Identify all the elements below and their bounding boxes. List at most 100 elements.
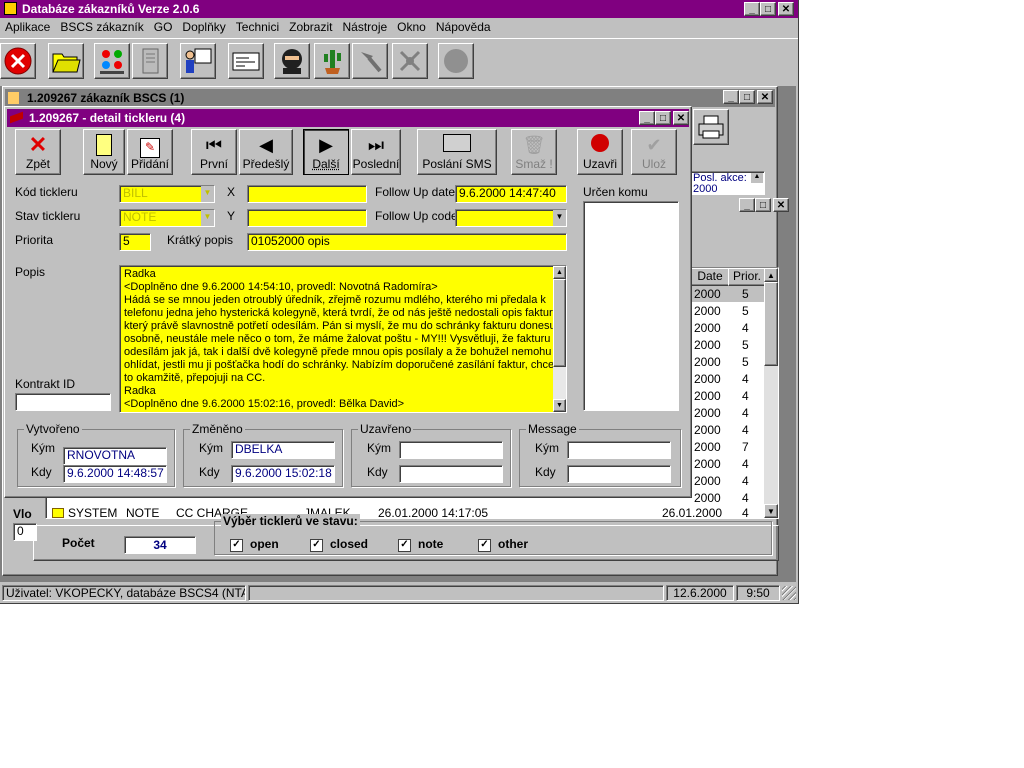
vlo-value: 0	[17, 524, 24, 538]
prvni-button[interactable]: ⏮ První	[191, 129, 237, 175]
customer-title: 1.209267 zákazník BSCS (1)	[27, 91, 185, 105]
menu-doplnky[interactable]: Doplňky	[177, 18, 230, 36]
message-kym-field	[567, 441, 671, 459]
last-icon: ⏭	[367, 135, 385, 155]
sms-button[interactable]: Poslání SMS	[417, 129, 497, 175]
table-row[interactable]: SYSTEM NOTE CC CHARGE JMALEK 26.01.2000 …	[46, 506, 764, 520]
stav-combo[interactable]: NOTE ▼	[119, 209, 215, 227]
popis-line: osobně, neustále mele něco o tom, že mám…	[124, 333, 551, 345]
filter-note-label[interactable]: note	[418, 537, 443, 551]
circle-icon[interactable]	[438, 43, 474, 79]
uloz-button[interactable]: ✔ Ulož	[631, 129, 677, 175]
menu-nastroje[interactable]: Nástroje	[337, 18, 392, 36]
checkmark-icon: ✔	[646, 135, 662, 155]
priorita-input[interactable]: 5	[119, 233, 151, 251]
y-input[interactable]	[247, 209, 367, 227]
menu-bscs-zakaznik[interactable]: BSCS zákazník	[55, 18, 148, 36]
menu-aplikace[interactable]: Aplikace	[0, 18, 55, 36]
stav-value: NOTE	[123, 210, 157, 224]
detail-maximize-icon[interactable]: □	[655, 111, 671, 125]
popis-scroll-down[interactable]: ▼	[553, 399, 566, 412]
posl-akce-scroll-up[interactable]: ▲	[751, 173, 763, 183]
header-date[interactable]: Date	[690, 268, 730, 286]
menu-bar: Aplikace BSCS zákazník GO Doplňky Technici Zo…	[0, 18, 798, 36]
popis-textarea[interactable]: Radka <Doplněno dne 9.6.2000 14:54:10, pr…	[119, 265, 567, 413]
maximize-icon[interactable]: □	[760, 2, 776, 16]
urcen-list[interactable]	[583, 201, 679, 411]
filter-open-label[interactable]: open	[250, 537, 279, 551]
message-kdy-field	[567, 465, 671, 483]
kod-combo[interactable]: BILL ▼	[119, 185, 215, 203]
filter-closed-checkbox[interactable]: ✓	[310, 539, 323, 552]
kratky-input[interactable]: 01052000 opis	[247, 233, 567, 251]
list-scroll-down[interactable]: ▼	[764, 504, 778, 518]
customer-maximize-icon[interactable]: □	[739, 90, 755, 104]
detail-title: 1.209267 - detail tickleru (4)	[29, 111, 186, 125]
posledni-button[interactable]: ⏭ Poslední	[351, 129, 401, 175]
stav-dropdown-icon[interactable]: ▼	[201, 210, 214, 226]
uzavri-button[interactable]: Uzavři	[577, 129, 623, 175]
cactus-icon[interactable]	[314, 43, 350, 79]
zpet-button[interactable]: ✕ Zpět	[15, 129, 61, 175]
kontrakt-input[interactable]	[15, 393, 111, 411]
resize-grip-icon[interactable]	[782, 586, 796, 600]
novy-button[interactable]: Nový	[83, 129, 125, 175]
row-date: 2000	[694, 372, 721, 386]
popis-scrollbar[interactable]: ▲ ▼	[553, 266, 566, 412]
inner-maximize-icon[interactable]: □	[755, 198, 771, 212]
row-prior: 4	[742, 372, 749, 386]
menu-zobrazit[interactable]: Zobrazit	[284, 18, 337, 36]
satellite-icon[interactable]	[392, 43, 428, 79]
followup-code-combo[interactable]: ▼	[455, 209, 567, 227]
filter-other-checkbox[interactable]: ✓	[478, 539, 491, 552]
row-type: NOTE	[126, 506, 160, 520]
list-scroll-up[interactable]: ▲	[764, 268, 778, 282]
card-icon[interactable]	[228, 43, 264, 79]
vytvoreno-kym-value: RNOVOTNA	[67, 448, 136, 462]
row-prior: 4	[742, 506, 749, 520]
filter-other-label[interactable]: other	[498, 537, 528, 551]
menu-napoveda[interactable]: Nápověda	[431, 18, 496, 36]
pridani-button[interactable]: ✎ Přidání	[127, 129, 173, 175]
customer-titlebar: 1.209267 zákazník BSCS (1)	[5, 89, 775, 107]
inner-minimize-icon[interactable]: _	[739, 198, 755, 212]
header-prior[interactable]: Prior.	[728, 268, 766, 286]
detail-close-icon[interactable]: ✕	[673, 111, 689, 125]
followup-code-dropdown-icon[interactable]: ▼	[553, 210, 566, 226]
document-icon[interactable]	[132, 43, 168, 79]
popis-scroll-up[interactable]: ▲	[553, 266, 566, 279]
followup-date-input[interactable]: 9.6.2000 14:47:40	[455, 185, 567, 203]
popis-text: Radka <Doplněno dne 9.6.2000 14:54:10, pr…	[124, 268, 560, 411]
filter-closed-label[interactable]: closed	[330, 537, 368, 551]
customer-close-icon[interactable]: ✕	[757, 90, 773, 104]
traffic-lights-icon[interactable]	[94, 43, 130, 79]
ninja-icon[interactable]	[274, 43, 310, 79]
popis-scroll-thumb[interactable]	[553, 279, 566, 367]
uzavreno-kdy-label: Kdy	[367, 465, 388, 479]
x-input[interactable]	[247, 185, 367, 203]
inner-close-icon[interactable]: ✕	[773, 198, 789, 212]
predesly-button[interactable]: ◀ Předešlý	[239, 129, 293, 175]
close-icon[interactable]: ✕	[778, 2, 794, 16]
printer-icon[interactable]	[693, 109, 729, 145]
menu-technici[interactable]: Technici	[231, 18, 284, 36]
smaz-button[interactable]: 🗑 Smaž !	[511, 129, 557, 175]
followup-date-label: Follow Up date	[375, 185, 456, 199]
hammer-icon[interactable]	[352, 43, 388, 79]
dalsi-button[interactable]: ▶ Další	[303, 129, 349, 175]
filter-note-checkbox[interactable]: ✓	[398, 539, 411, 552]
list-scrollbar[interactable]: ▲ ▼	[764, 268, 778, 518]
menu-go[interactable]: GO	[149, 18, 178, 36]
status-user: Uživatel: VKOPECKY, databáze BSCS4 (NTAP…	[2, 585, 246, 601]
menu-okno[interactable]: Okno	[392, 18, 431, 36]
followup-code-label: Follow Up code	[375, 209, 458, 223]
kod-dropdown-icon[interactable]: ▼	[201, 186, 214, 202]
customer-minimize-icon[interactable]: _	[723, 90, 739, 104]
list-scroll-thumb[interactable]	[764, 282, 778, 366]
close-red-icon[interactable]	[0, 43, 36, 79]
minimize-icon[interactable]: _	[744, 2, 760, 16]
folder-icon[interactable]	[48, 43, 84, 79]
detail-minimize-icon[interactable]: _	[639, 111, 655, 125]
filter-open-checkbox[interactable]: ✓	[230, 539, 243, 552]
presenter-icon[interactable]	[180, 43, 216, 79]
